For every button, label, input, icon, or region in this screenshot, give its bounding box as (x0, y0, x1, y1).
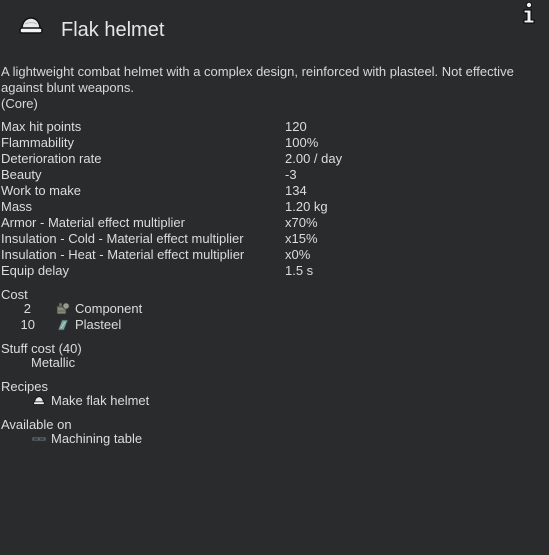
stat-value: 120 (285, 119, 307, 134)
stat-row: Insulation - Cold - Material effect mult… (1, 231, 521, 247)
stat-row: Work to make 134 (1, 183, 521, 199)
stat-value: 2.00 / day (285, 151, 343, 166)
stat-value: x70% (285, 215, 318, 230)
info-card-panel: Flak helmet A lightweight combat helmet … (0, 0, 549, 555)
description-text: A lightweight combat helmet with a compl… (1, 64, 514, 95)
stat-value: x15% (285, 231, 318, 246)
info-button[interactable] (519, 1, 539, 25)
stat-value: 134 (285, 183, 307, 198)
stat-value: -3 (285, 167, 297, 182)
stat-row: Max hit points 120 (1, 119, 521, 135)
component-icon (56, 302, 70, 315)
stat-label: Armor - Material effect multiplier (1, 215, 185, 230)
stat-row: Flammability 100% (1, 135, 521, 151)
stat-row: Deterioration rate 2.00 / day (1, 151, 521, 167)
stats-list: Max hit points 120 Flammability 100% Deter… (1, 119, 521, 279)
stat-row: Mass 1.20 kg (1, 199, 521, 215)
workbench-machining-table[interactable]: Machining table (31, 431, 231, 447)
stat-label: Work to make (1, 183, 81, 198)
stat-label: Beauty (1, 167, 42, 182)
recipe-make-flak-helmet[interactable]: Make flak helmet (31, 393, 231, 409)
machining-table-icon (31, 436, 47, 442)
plasteel-icon (57, 319, 69, 331)
stat-row: Armor - Material effect multiplier x70% (1, 215, 521, 231)
stat-label: Deterioration rate (1, 151, 102, 166)
cost-item-plasteel[interactable]: 10 Plasteel (11, 317, 211, 333)
header: Flak helmet (0, 0, 549, 60)
cost-quantity: 2 (23, 301, 31, 316)
cost-name: Plasteel (75, 317, 122, 332)
stat-label: Max hit points (1, 119, 82, 134)
item-title: Flak helmet (61, 19, 165, 41)
recipe-label: Make flak helmet (51, 393, 150, 408)
description: A lightweight combat helmet with a compl… (1, 64, 531, 112)
helmet-icon (19, 17, 43, 34)
stat-row: Equip delay 1.5 s (1, 263, 521, 279)
stat-value: 1.5 s (285, 263, 314, 278)
stat-label: Equip delay (1, 263, 69, 278)
stat-label: Mass (1, 199, 33, 214)
stat-label: Flammability (1, 135, 74, 150)
stuff-category: Metallic (31, 355, 76, 370)
source-label: (Core) (1, 96, 38, 111)
helmet-icon (33, 396, 45, 405)
cost-name: Component (75, 301, 143, 316)
stat-label: Insulation - Cold - Material effect mult… (1, 231, 244, 246)
stat-label: Insulation - Heat - Material effect mult… (1, 247, 245, 262)
stat-row: Insulation - Heat - Material effect mult… (1, 247, 521, 263)
cost-item-component[interactable]: 2 Component (11, 301, 211, 317)
cost-quantity: 10 (20, 317, 35, 332)
stat-value: 1.20 kg (285, 199, 328, 214)
stat-value: 100% (285, 135, 319, 150)
stat-row: Beauty -3 (1, 167, 521, 183)
stat-value: x0% (285, 247, 311, 262)
workbench-label: Machining table (51, 431, 143, 446)
